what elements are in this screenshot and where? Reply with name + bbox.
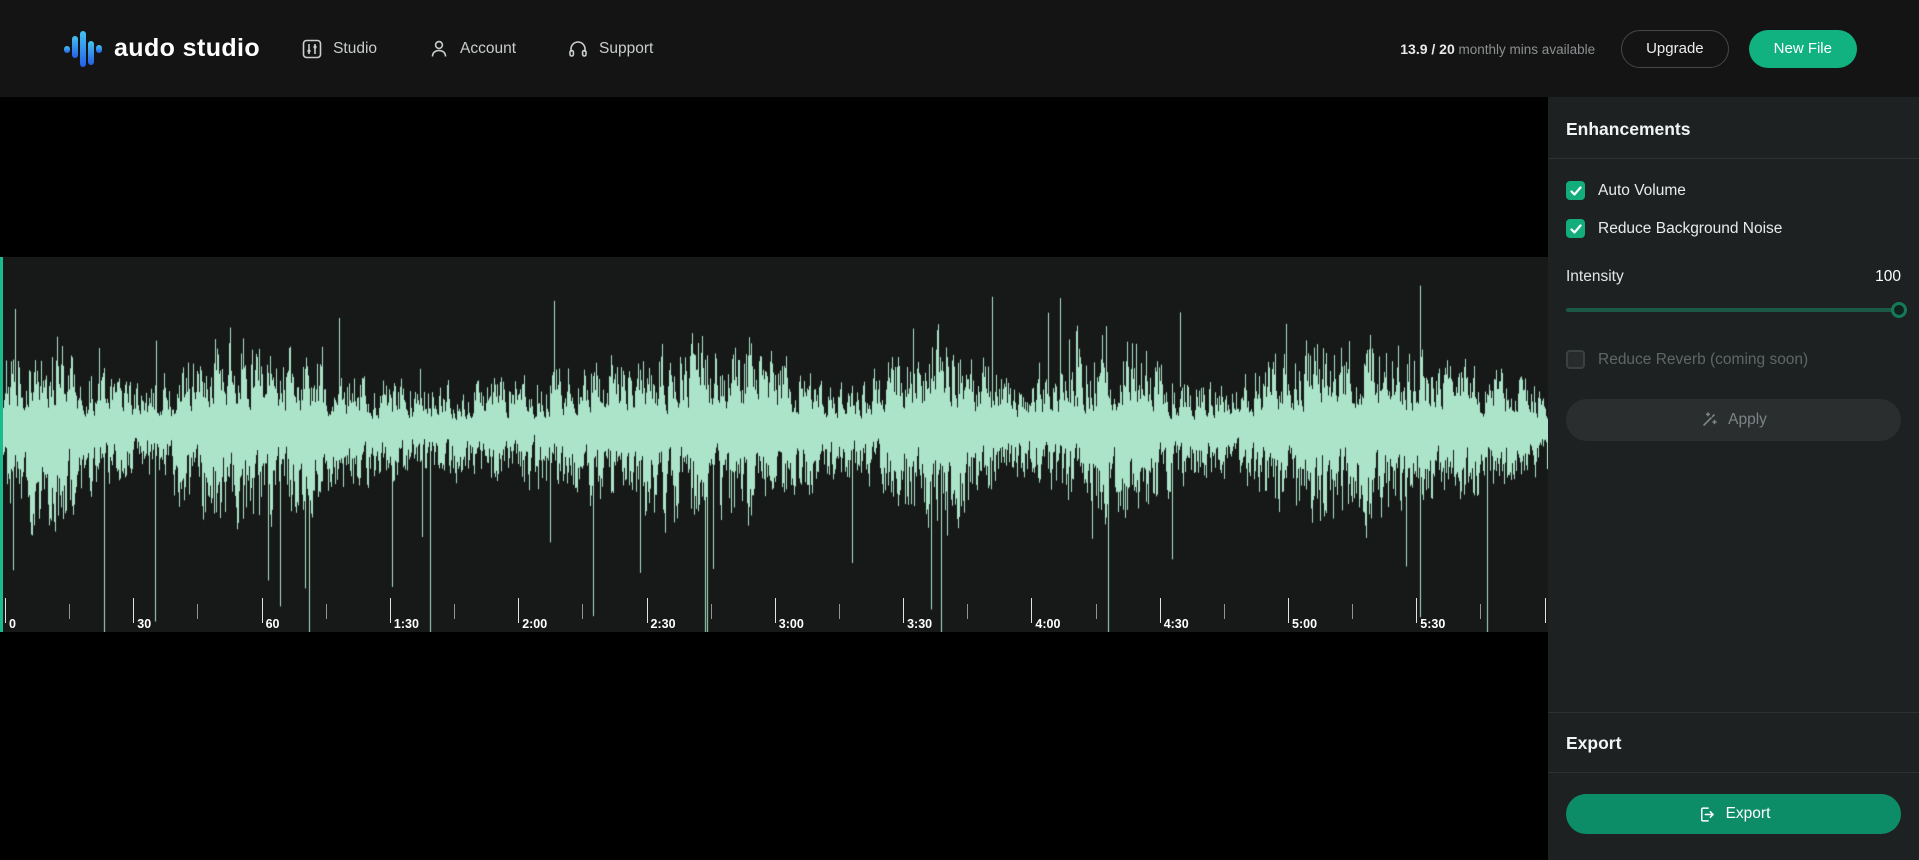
- timeline-tick-label: 60: [266, 617, 280, 631]
- auto-volume-row[interactable]: Auto Volume: [1566, 181, 1901, 200]
- apply-button[interactable]: Apply: [1566, 399, 1901, 441]
- export-title: Export: [1566, 713, 1901, 754]
- timeline-tick-label: 30: [137, 617, 151, 631]
- nav-item-label: Account: [460, 40, 516, 58]
- divider: [1548, 772, 1919, 773]
- timeline-tick-major: [5, 598, 6, 623]
- nav-item-support[interactable]: Support: [568, 39, 653, 59]
- waveform-region: 0 30 60 1:30 2:00 2:30 3:00 3:30 4:00 4:30 5:00 5:3…: [0, 257, 1548, 632]
- timeline-tick-minor: [326, 604, 327, 619]
- upgrade-button[interactable]: Upgrade: [1621, 30, 1729, 68]
- new-file-button[interactable]: New File: [1749, 30, 1857, 68]
- timeline-tick-major: [647, 598, 648, 623]
- intensity-label: Intensity: [1566, 268, 1624, 286]
- timeline-tick-minor: [967, 604, 968, 619]
- nav-right: 13.9 / 20 monthly mins available Upgrade…: [1400, 30, 1857, 68]
- timeline-tick-minor: [454, 604, 455, 619]
- timeline-tick-major: [1160, 598, 1161, 623]
- enhancements-sidebar: Enhancements Auto Volume Reduce Backgrou…: [1548, 97, 1919, 860]
- mixer-icon: [302, 39, 322, 59]
- timeline-tick-label: 5:00: [1292, 617, 1317, 631]
- checkmark-icon: [1570, 223, 1582, 235]
- intensity-slider[interactable]: [1566, 308, 1901, 312]
- timeline-tick-minor: [839, 604, 840, 619]
- magic-wand-icon: [1700, 411, 1718, 429]
- minutes-amount: 13.9 / 20: [1400, 41, 1455, 57]
- intensity-row: Intensity 100: [1566, 268, 1901, 286]
- timeline-tick-label: 4:00: [1035, 617, 1060, 631]
- reduce-noise-row[interactable]: Reduce Background Noise: [1566, 219, 1901, 238]
- reduce-noise-checkbox[interactable]: [1566, 219, 1585, 238]
- timeline-tick-major: [133, 598, 134, 623]
- reduce-noise-label: Reduce Background Noise: [1598, 220, 1782, 238]
- brand-name: audo studio: [114, 34, 260, 63]
- timeline-tick-major: [1031, 598, 1032, 623]
- playhead-cursor[interactable]: [0, 257, 3, 632]
- nav-item-account[interactable]: Account: [429, 39, 516, 59]
- timeline-tick-major: [262, 598, 263, 623]
- nav-item-label: Support: [599, 40, 653, 58]
- minutes-suffix: monthly mins available: [1459, 42, 1596, 57]
- export-icon: [1697, 805, 1716, 824]
- reduce-reverb-checkbox: [1566, 350, 1585, 369]
- auto-volume-label: Auto Volume: [1598, 182, 1686, 200]
- timeline-tick-major: [1416, 598, 1417, 623]
- nav-menu: Studio Account Support: [302, 39, 653, 59]
- headset-icon: [568, 39, 588, 59]
- timeline-tick-label: 0: [9, 617, 16, 631]
- auto-volume-checkbox[interactable]: [1566, 181, 1585, 200]
- checkmark-icon: [1570, 185, 1582, 197]
- navbar: audo studio Studio Account Support: [0, 0, 1919, 97]
- timeline-tick-minor: [582, 604, 583, 619]
- timeline-tick-label: 2:00: [522, 617, 547, 631]
- intensity-value: 100: [1875, 268, 1901, 286]
- timeline-tick-major: [1288, 598, 1289, 623]
- timeline-tick-major: [518, 598, 519, 623]
- timeline-tick-minor: [1096, 604, 1097, 619]
- timeline-tick-major: [390, 598, 391, 623]
- timeline-tick-minor: [1480, 604, 1481, 619]
- timeline-tick-label: 4:30: [1164, 617, 1189, 631]
- export-section: Export Export: [1548, 712, 1919, 860]
- export-button-label: Export: [1726, 805, 1771, 823]
- timeline-tick-label: 3:30: [907, 617, 932, 631]
- timeline-tick-minor: [69, 604, 70, 619]
- timeline-tick-label: 2:30: [651, 617, 676, 631]
- timeline-tick-major: [775, 598, 776, 623]
- export-button[interactable]: Export: [1566, 794, 1901, 834]
- reduce-reverb-row: Reduce Reverb (coming soon): [1566, 350, 1901, 369]
- timeline-tick-minor: [1224, 604, 1225, 619]
- timeline-tick-major: [1545, 598, 1546, 623]
- person-icon: [429, 39, 449, 59]
- editor-main: 00:00:00 Original Enhanced 030601:302:00…: [0, 97, 1548, 860]
- nav-item-studio[interactable]: Studio: [302, 39, 377, 59]
- timeline-tick-label: 3:00: [779, 617, 804, 631]
- apply-button-label: Apply: [1728, 411, 1767, 429]
- timeline-tick-major: [903, 598, 904, 623]
- intensity-slider-thumb[interactable]: [1891, 302, 1907, 318]
- timeline-tick-minor: [711, 604, 712, 619]
- reduce-reverb-label: Reduce Reverb (coming soon): [1598, 351, 1808, 369]
- enhancements-title: Enhancements: [1566, 97, 1901, 140]
- minutes-available: 13.9 / 20 monthly mins available: [1400, 41, 1595, 57]
- timeline-tick-label: 1:30: [394, 617, 419, 631]
- nav-item-label: Studio: [333, 40, 377, 58]
- timeline-tick-label: 5:30: [1420, 617, 1445, 631]
- audo-waveform-logo-icon: [64, 29, 102, 69]
- timeline-tick-minor: [197, 604, 198, 619]
- brand-logo[interactable]: audo studio: [64, 29, 260, 69]
- waveform-canvas[interactable]: [0, 257, 1548, 632]
- divider: [1548, 158, 1919, 159]
- timeline-tick-minor: [1352, 604, 1353, 619]
